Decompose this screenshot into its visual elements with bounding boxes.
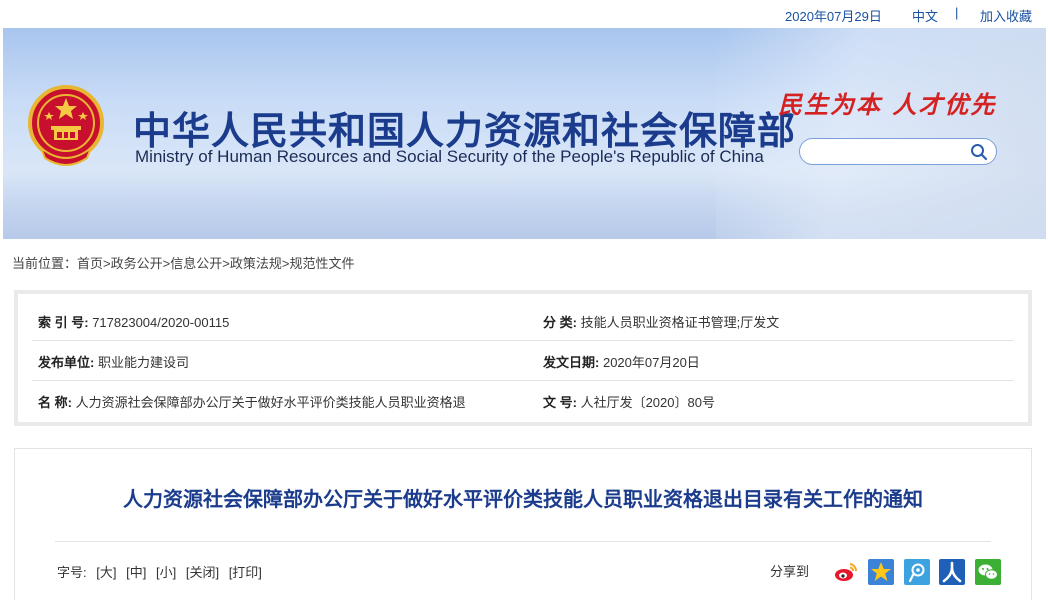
top-bar: 2020年07月29日 中文 | 加入收藏 xyxy=(0,0,1048,28)
search-icon[interactable] xyxy=(970,143,988,161)
share-label: 分享到 xyxy=(770,564,810,579)
weibo-icon[interactable] xyxy=(833,559,859,585)
share-icons xyxy=(833,559,1006,585)
breadcrumb-policies[interactable]: 政策法规 xyxy=(230,256,282,271)
index-value: 717823004/2020-00115 xyxy=(92,315,230,330)
qzone-icon[interactable] xyxy=(868,559,895,585)
top-bar-separator: | xyxy=(955,5,959,20)
font-size-tools: 字号: [大] [中] [小] [关闭] [打印] xyxy=(57,562,262,581)
category-value: 技能人员职业资格证书管理;厅发文 xyxy=(580,315,780,330)
issue-date-value: 2020年07月20日 xyxy=(602,355,700,370)
breadcrumb-home[interactable]: 首页 xyxy=(77,256,103,271)
breadcrumb-prefix: 当前位置： xyxy=(12,256,78,271)
publisher-value: 职业能力建设司 xyxy=(97,355,189,370)
ministry-slogan: 民生为本 人才优先 xyxy=(778,90,997,119)
language-link[interactable]: 中文 xyxy=(912,6,938,25)
breadcrumb-separator: > xyxy=(103,256,111,271)
info-row: 发布单位: 职业能力建设司 发文日期: 2020年07月20日 xyxy=(18,340,1028,380)
doc-number-label: 文 号: xyxy=(543,395,577,410)
document-info-box: 索 引 号: 717823004/2020-00115 分 类: 技能人员职业资… xyxy=(14,290,1032,426)
tencent-weibo-icon[interactable] xyxy=(903,559,930,585)
breadcrumb-separator: > xyxy=(222,256,230,271)
breadcrumb-info-disclosure[interactable]: 信息公开 xyxy=(170,256,222,271)
current-date: 2020年07月29日 xyxy=(785,9,882,24)
index-label: 索 引 号: xyxy=(38,315,89,330)
publisher-label: 发布单位: xyxy=(38,355,95,370)
category-label: 分 类: xyxy=(543,315,577,330)
renren-icon[interactable] xyxy=(939,559,966,585)
add-favorite-link[interactable]: 加入收藏 xyxy=(980,6,1032,25)
header-banner: 中华人民共和国人力资源和社会保障部 Ministry of Human Reso… xyxy=(3,28,1046,239)
info-row: 名 称: 人力资源社会保障部办公厅关于做好水平评价类技能人员职业资格退 文 号:… xyxy=(18,380,1028,420)
issue-date-label: 发文日期: xyxy=(543,355,600,370)
font-size-label: 字号: xyxy=(57,565,87,580)
doc-name-value: 人力资源社会保障部办公厅关于做好水平评价类技能人员职业资格退 xyxy=(75,395,466,410)
breadcrumb-normative-docs[interactable]: 规范性文件 xyxy=(289,256,354,271)
national-emblem-icon xyxy=(28,85,104,166)
article-title-divider xyxy=(55,541,991,542)
ministry-title-en: Ministry of Human Resources and Social S… xyxy=(135,147,764,166)
font-large-button[interactable]: [大] xyxy=(96,565,116,580)
font-medium-button[interactable]: [中] xyxy=(126,565,146,580)
doc-number-value: 人社厅发〔2020〕80号 xyxy=(580,395,715,410)
font-small-button[interactable]: [小] xyxy=(156,565,176,580)
breadcrumb-government-affairs[interactable]: 政务公开 xyxy=(111,256,163,271)
close-button[interactable]: [关闭] xyxy=(186,565,219,580)
doc-name-label: 名 称: xyxy=(38,395,72,410)
search-box xyxy=(799,138,997,165)
print-button[interactable]: [打印] xyxy=(229,565,262,580)
info-row: 索 引 号: 717823004/2020-00115 分 类: 技能人员职业资… xyxy=(18,300,1028,340)
wechat-icon[interactable] xyxy=(974,559,1001,585)
article-title: 人力资源社会保障部办公厅关于做好水平评价类技能人员职业资格退出目录有关工作的通知 xyxy=(123,487,923,511)
search-input[interactable] xyxy=(810,140,974,165)
breadcrumb: 当前位置：首页>政务公开>信息公开>政策法规>规范性文件 xyxy=(12,253,354,272)
article-card: 人力资源社会保障部办公厅关于做好水平评价类技能人员职业资格退出目录有关工作的通知… xyxy=(14,448,1032,600)
